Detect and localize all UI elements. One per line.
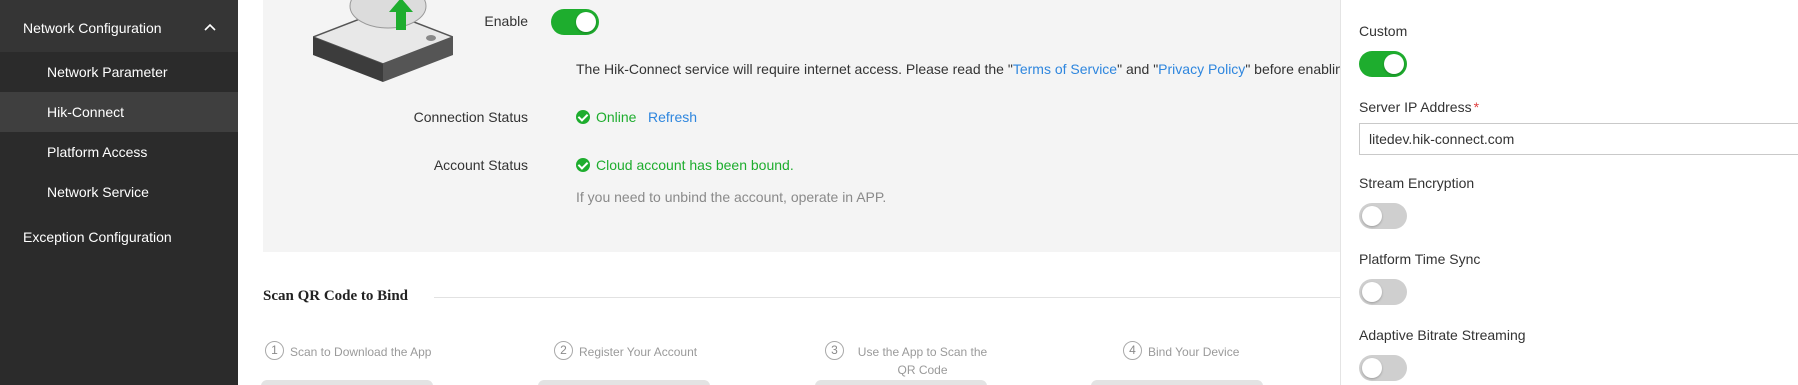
notice-prefix: The Hik-Connect service will require int… bbox=[576, 61, 1013, 77]
sidebar-item-label: Exception Configuration bbox=[23, 229, 172, 245]
chevron-up-icon bbox=[204, 23, 216, 31]
step-download-app: 1 Scan to Download the App bbox=[265, 341, 431, 361]
step-number: 1 bbox=[265, 341, 284, 360]
notice-mid: " and " bbox=[1117, 61, 1159, 77]
terms-of-service-link[interactable]: Terms of Service bbox=[1013, 61, 1117, 77]
section-divider bbox=[434, 297, 1340, 298]
account-status-text: Cloud account has been bound. bbox=[596, 157, 794, 173]
connection-status-text: Online bbox=[596, 109, 637, 125]
check-circle-icon bbox=[576, 158, 590, 172]
qr-section-title: Scan QR Code to Bind bbox=[263, 288, 409, 304]
platform-time-sync-toggle[interactable] bbox=[1359, 279, 1407, 305]
privacy-policy-link[interactable]: Privacy Policy bbox=[1158, 61, 1245, 77]
main-content: Enable The Hik-Connect service will requ… bbox=[238, 0, 1426, 385]
sidebar-item-network-parameter[interactable]: Network Parameter bbox=[0, 52, 238, 92]
toggle-knob bbox=[1384, 54, 1404, 74]
server-ip-label: Server IP Address * bbox=[1359, 99, 1479, 115]
step-text: Register Your Account bbox=[579, 345, 698, 359]
sidebar-item-platform-access[interactable]: Platform Access bbox=[0, 132, 238, 172]
refresh-link[interactable]: Refresh bbox=[648, 109, 697, 125]
toggle-knob bbox=[1362, 282, 1382, 302]
hik-connect-panel: Enable The Hik-Connect service will requ… bbox=[263, 0, 1426, 252]
toggle-knob bbox=[1362, 358, 1382, 378]
sidebar-item-label: Hik-Connect bbox=[47, 104, 125, 120]
sidebar: Network Configuration Network Parameter … bbox=[0, 0, 238, 385]
toggle-knob bbox=[576, 12, 596, 32]
connection-status-value: Online bbox=[576, 109, 636, 125]
stream-encryption-toggle[interactable] bbox=[1359, 203, 1407, 229]
step-card bbox=[538, 380, 710, 385]
sidebar-item-exception-configuration[interactable]: Exception Configuration bbox=[0, 217, 238, 257]
connection-status-label: Connection Status bbox=[413, 109, 528, 125]
step-card bbox=[261, 380, 433, 385]
step-bind-device: 4 Bind Your Device bbox=[1123, 341, 1239, 361]
adaptive-bitrate-toggle[interactable] bbox=[1359, 355, 1407, 381]
sidebar-item-label: Network Service bbox=[47, 184, 149, 200]
step-number: 3 bbox=[825, 341, 844, 360]
custom-label: Custom bbox=[1359, 23, 1408, 39]
step-text: Scan to Download the App bbox=[290, 345, 432, 359]
platform-time-sync-label: Platform Time Sync bbox=[1359, 251, 1481, 267]
sidebar-item-label: Platform Access bbox=[47, 144, 148, 160]
step-card bbox=[815, 380, 987, 385]
required-mark: * bbox=[1473, 99, 1480, 115]
toggle-knob bbox=[1362, 206, 1382, 226]
sidebar-item-hik-connect[interactable]: Hik-Connect bbox=[0, 92, 238, 132]
nav-group-network-configuration[interactable]: Network Configuration bbox=[0, 0, 238, 52]
platform-settings-drawer: Custom Server IP Address* Stream Encrypt… bbox=[1340, 0, 1798, 385]
unbind-hint: If you need to unbind the account, opera… bbox=[576, 189, 887, 205]
check-circle-icon bbox=[576, 110, 590, 124]
step-number: 4 bbox=[1123, 341, 1142, 360]
sidebar-item-label: Network Parameter bbox=[47, 64, 168, 80]
step-number: 2 bbox=[554, 341, 573, 360]
adaptive-bitrate-label: Adaptive Bitrate Streaming bbox=[1359, 327, 1526, 343]
service-notice: The Hik-Connect service will require int… bbox=[576, 61, 1426, 77]
step-register-account: 2 Register Your Account bbox=[554, 341, 697, 361]
nav-group-label: Network Configuration bbox=[23, 20, 162, 36]
server-ip-input[interactable] bbox=[1359, 123, 1798, 155]
step-text: Use the App to Scan the QR Code bbox=[857, 345, 988, 377]
step-scan-qr: 3 Use the App to Scan the QR Code bbox=[825, 341, 995, 379]
enable-toggle[interactable] bbox=[551, 9, 599, 35]
sidebar-item-network-service[interactable]: Network Service bbox=[0, 172, 238, 212]
step-card bbox=[1091, 380, 1263, 385]
account-status-label: Account Status bbox=[433, 157, 528, 173]
enable-label: Enable bbox=[484, 13, 528, 29]
server-ip-label-text: Server IP Address bbox=[1359, 99, 1472, 115]
account-status-value: Cloud account has been bound. bbox=[576, 157, 794, 173]
stream-encryption-label: Stream Encryption bbox=[1359, 175, 1475, 191]
step-text: Bind Your Device bbox=[1148, 345, 1240, 359]
custom-toggle[interactable] bbox=[1359, 51, 1407, 77]
